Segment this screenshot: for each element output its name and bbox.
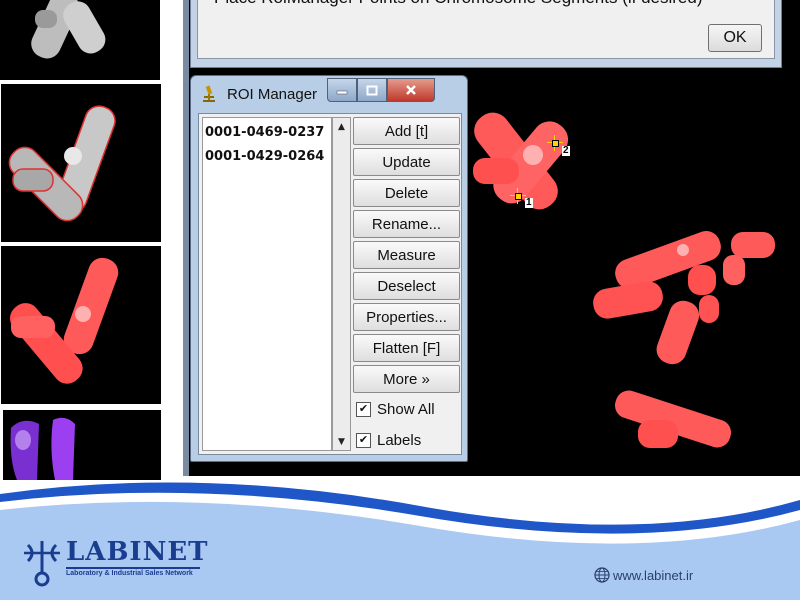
measure-button[interactable]: Measure [353,241,460,269]
roi-list-scrollbar[interactable]: ▲ ▼ [332,117,351,451]
roi-list-item[interactable]: 0001-0429-0264 [205,149,324,164]
roi-point-1[interactable] [510,188,526,204]
maximize-button[interactable] [357,78,387,102]
logo-divider [66,567,200,569]
website-url[interactable]: www.labinet.ir [613,568,693,583]
thumbnail-purple-chromosome [3,410,161,480]
dialog-message: Place RoiManager Points on Chromosome Se… [214,0,703,8]
roi-point-label-2: 2 [562,145,570,156]
deselect-button[interactable]: Deselect [353,272,460,300]
roi-manager-panel: 0001-0469-0237 0001-0429-0264 ▲ ▼ Add [t… [198,113,462,455]
roi-list[interactable]: 0001-0469-0237 0001-0429-0264 [202,117,332,451]
close-icon [406,85,416,95]
window-border [183,0,189,476]
labels-checkbox-row[interactable]: ✔ Labels [353,427,460,453]
scroll-down-arrow-icon[interactable]: ▼ [333,433,350,450]
show-all-label: Show All [377,400,435,418]
properties-button[interactable]: Properties... [353,303,460,331]
logo-tagline: Laboratory & Industrial Sales Network [66,570,193,577]
delete-button[interactable]: Delete [353,179,460,207]
roi-manager-titlebar[interactable]: ROI Manager [191,76,467,110]
rename-button[interactable]: Rename... [353,210,460,238]
maximize-icon [366,85,378,95]
logo-name: LABINET [66,537,209,567]
labels-label: Labels [377,431,422,449]
scroll-up-arrow-icon[interactable]: ▲ [333,118,350,135]
flatten-button[interactable]: Flatten [F] [353,334,460,362]
roi-manager-window: ROI Manager 0001-0469-0237 0001-0429-026… [190,75,468,462]
website-link[interactable]: www.labinet.ir [594,567,693,583]
update-button[interactable]: Update [353,148,460,176]
add-button[interactable]: Add [t] [353,117,460,145]
labinet-logo: LABINET Laboratory & Industrial Sales Ne… [22,537,209,587]
roi-point-2[interactable] [547,135,563,151]
labels-checkbox[interactable]: ✔ [356,432,371,448]
checkmark-icon: ✔ [358,402,369,415]
thumbnail-grayscale-outlined [1,84,161,242]
dialog-content: Place RoiManager Points on Chromosome Se… [197,0,775,59]
more-button[interactable]: More » [353,365,460,393]
globe-icon [594,567,610,583]
roi-point-label-1: 1 [525,197,533,208]
minimize-icon [336,90,348,95]
thumbnail-grayscale-top [0,0,160,80]
roi-manager-title: ROI Manager [227,86,318,103]
message-dialog: Place RoiManager Points on Chromosome Se… [190,0,782,68]
labinet-logo-mark-icon [24,541,60,587]
show-all-checkbox[interactable]: ✔ [356,401,371,417]
microscope-icon [203,85,215,102]
checkmark-icon: ✔ [358,433,369,446]
close-button[interactable] [387,78,435,102]
minimize-button[interactable] [327,78,357,102]
show-all-checkbox-row[interactable]: ✔ Show All [353,396,460,422]
thumbnail-red-chromosome [1,246,161,404]
roi-list-item[interactable]: 0001-0469-0237 [205,125,324,140]
ok-button[interactable]: OK [708,24,762,52]
